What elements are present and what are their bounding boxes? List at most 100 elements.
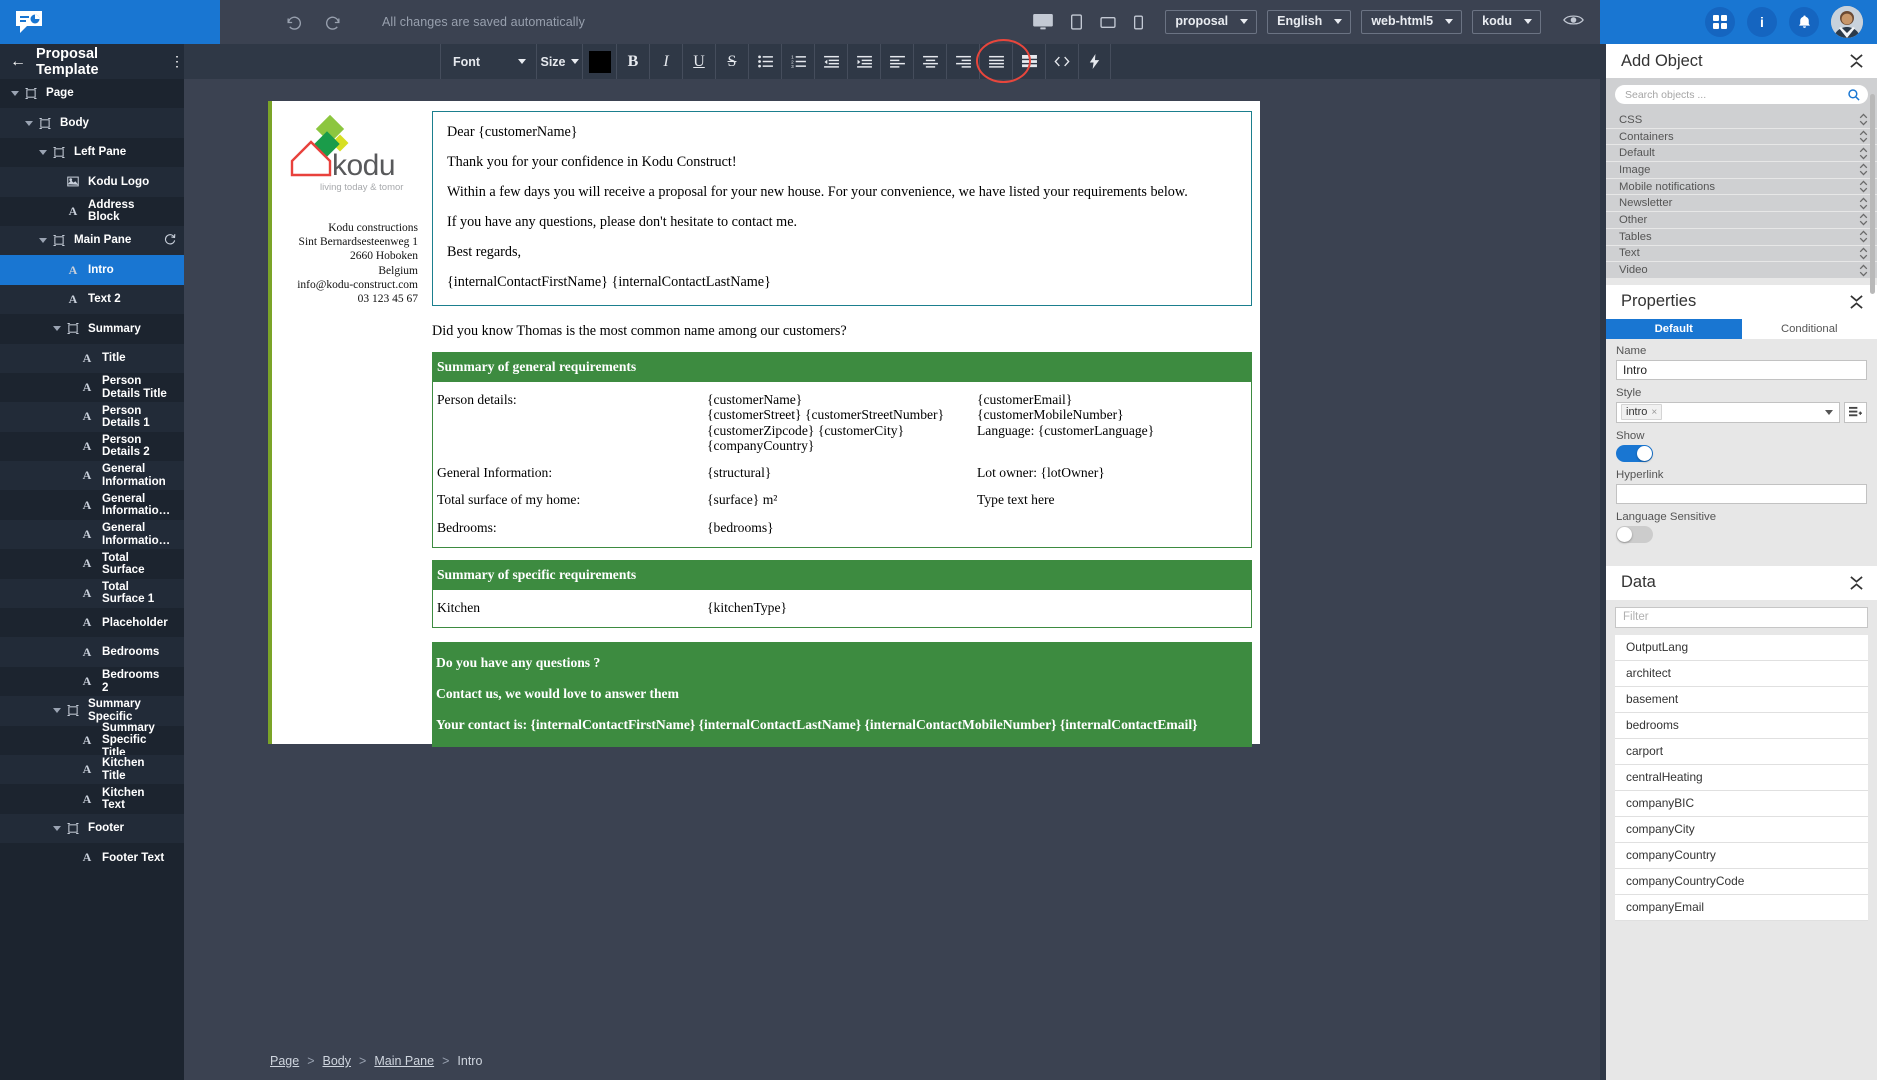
show-toggle[interactable] <box>1616 444 1653 462</box>
data-field-list[interactable]: OutputLang architect basement bedrooms carpo… <box>1606 634 1877 921</box>
sort-toggle-icon[interactable] <box>1859 263 1868 277</box>
sidebar-item-bedrooms-2[interactable]: A Bedrooms 2 <box>0 667 184 696</box>
style-tag[interactable]: intro × <box>1621 404 1663 421</box>
sidebar-item-general-information[interactable]: A General Information <box>0 461 184 491</box>
sidebar-item-intro[interactable]: A Intro <box>0 255 184 285</box>
requirement-label[interactable]: Total surface of my home: <box>437 492 707 507</box>
data-field-carport[interactable]: carport <box>1615 738 1868 765</box>
sidebar-item-bedrooms[interactable]: A Bedrooms <box>0 637 184 667</box>
tree-expand-caret-icon[interactable] <box>36 149 50 155</box>
tablet-landscape-icon[interactable] <box>1100 16 1116 28</box>
sidebar-item-person-details-title[interactable]: A Person Details Title <box>0 373 184 402</box>
sidebar-item-main-pane[interactable]: Main Pane <box>0 225 184 256</box>
requirement-label[interactable]: Person details: <box>437 392 707 453</box>
kodu-logo-image[interactable]: kodu living today & tomorrow <box>286 114 419 206</box>
table-icon[interactable] <box>1012 44 1045 79</box>
refresh-icon[interactable] <box>164 233 176 248</box>
sidebar-item-kitchen-text[interactable]: A Kitchen Text <box>0 784 184 813</box>
sidebar-item-total-surface[interactable]: A Total Surface <box>0 549 184 578</box>
brand-selector[interactable]: kodu <box>1472 10 1541 34</box>
object-category-default[interactable]: Default <box>1606 145 1877 163</box>
sidebar-item-kitchen-title[interactable]: A Kitchen Title <box>0 754 184 785</box>
object-category-text[interactable]: Text <box>1606 245 1877 263</box>
requirement-value[interactable]: {kitchenType} <box>707 600 977 615</box>
sort-toggle-icon[interactable] <box>1859 180 1868 193</box>
sidebar-item-body[interactable]: Body <box>0 108 184 138</box>
sort-toggle-icon[interactable] <box>1859 163 1868 176</box>
breadcrumb-item-body[interactable]: Body <box>323 1054 352 1068</box>
info-icon[interactable]: i <box>1747 7 1777 37</box>
data-field-companybic[interactable]: companyBIC <box>1615 790 1868 817</box>
kebab-menu-icon[interactable]: ⋮ <box>170 53 184 70</box>
numbered-list-icon[interactable]: 1 2 3 <box>781 44 814 79</box>
sidebar-item-person-details-1[interactable]: A Person Details 1 <box>0 402 184 432</box>
object-category-css[interactable]: CSS <box>1606 112 1877 129</box>
redo-icon[interactable] <box>320 10 344 34</box>
close-icon[interactable]: × <box>1651 407 1657 418</box>
did-you-know-text[interactable]: Did you know Thomas is the most common n… <box>432 323 1252 340</box>
sidebar-item-summary[interactable]: Summary <box>0 314 184 343</box>
sidebar-item-kodu-logo[interactable]: Kodu Logo <box>0 167 184 197</box>
search-icon[interactable] <box>1848 88 1860 101</box>
data-field-architect[interactable]: architect <box>1615 660 1868 687</box>
filter-input[interactable] <box>1623 611 1860 624</box>
sort-toggle-icon[interactable] <box>1859 197 1868 210</box>
hyperlink-field[interactable] <box>1616 483 1867 504</box>
sidebar-item-placeholder[interactable]: A Placeholder <box>0 608 184 637</box>
language-selector[interactable]: English <box>1267 10 1352 34</box>
object-category-image[interactable]: Image <box>1606 162 1877 179</box>
sort-toggle-icon[interactable] <box>1859 113 1868 126</box>
requirement-extra[interactable]: {customerEmail} {customerMobileNumber} Lan… <box>977 392 1247 453</box>
requirement-extra[interactable]: Lot owner: {lotOwner} <box>977 465 1247 480</box>
sort-toggle-icon[interactable] <box>1859 147 1868 160</box>
align-left-icon[interactable] <box>880 44 913 79</box>
preview-eye-icon[interactable] <box>1563 13 1584 32</box>
language-sensitive-toggle[interactable] <box>1616 525 1653 543</box>
add-style-icon[interactable] <box>1844 401 1867 423</box>
object-category-tables[interactable]: Tables <box>1606 228 1877 246</box>
bell-icon[interactable] <box>1789 7 1819 37</box>
align-right-icon[interactable] <box>946 44 979 79</box>
tree-expand-caret-icon[interactable] <box>50 326 64 332</box>
tab-default[interactable]: Default <box>1606 318 1742 339</box>
sort-toggle-icon[interactable] <box>1859 247 1868 260</box>
requirement-extra[interactable] <box>977 600 1247 615</box>
italic-button[interactable]: I <box>649 44 682 79</box>
align-justify-icon[interactable] <box>979 44 1012 79</box>
requirement-value[interactable]: {surface} m² <box>707 492 977 507</box>
requirement-extra[interactable]: Type text here <box>977 492 1247 507</box>
back-arrow-icon[interactable]: ← <box>10 53 26 70</box>
kodu-speech-bubble-logo-icon[interactable] <box>14 9 44 35</box>
sidebar-item-address-block[interactable]: A Address Block <box>0 197 184 226</box>
sidebar-item-left-pane[interactable]: Left Pane <box>0 138 184 167</box>
questions-block[interactable]: Do you have any questions ? Contact us, … <box>432 642 1252 748</box>
collapse-icon[interactable] <box>1849 295 1864 309</box>
strikethrough-button[interactable]: S <box>715 44 748 79</box>
sidebar-item-general-informatio[interactable]: A General Informatio… <box>0 519 184 550</box>
collapse-icon[interactable] <box>1849 54 1864 68</box>
sidebar-item-title[interactable]: A Title <box>0 343 184 373</box>
sidebar-item-footer-text[interactable]: A Footer Text <box>0 843 184 872</box>
tree-expand-caret-icon[interactable] <box>50 825 64 831</box>
requirement-label[interactable]: Kitchen <box>437 600 707 615</box>
data-field-basement[interactable]: basement <box>1615 686 1868 713</box>
search-input[interactable] <box>1625 88 1848 101</box>
sort-toggle-icon[interactable] <box>1859 130 1868 143</box>
mobile-icon[interactable] <box>1134 15 1144 30</box>
sort-toggle-icon[interactable] <box>1859 213 1868 227</box>
intro-text-block[interactable]: Dear {customerName} Thank you for your c… <box>432 111 1252 306</box>
requirement-value[interactable]: {customerName} {customerStreet} {customer… <box>707 392 977 453</box>
requirement-value[interactable]: {structural} <box>707 465 977 480</box>
tree-expand-caret-icon[interactable] <box>22 120 36 126</box>
decrease-indent-icon[interactable] <box>814 44 847 79</box>
object-category-other[interactable]: Other <box>1606 212 1877 229</box>
object-search-box[interactable] <box>1615 85 1868 104</box>
object-category-containers[interactable]: Containers <box>1606 128 1877 146</box>
align-center-icon[interactable] <box>913 44 946 79</box>
tab-conditional[interactable]: Conditional <box>1741 318 1877 339</box>
desktop-icon[interactable] <box>1033 13 1054 31</box>
sidebar-item-general-informatio[interactable]: A General Informatio… <box>0 490 184 519</box>
data-field-companycountry[interactable]: companyCountry <box>1615 842 1868 869</box>
underline-button[interactable]: U <box>682 44 715 79</box>
object-category-video[interactable]: Video <box>1606 262 1877 279</box>
